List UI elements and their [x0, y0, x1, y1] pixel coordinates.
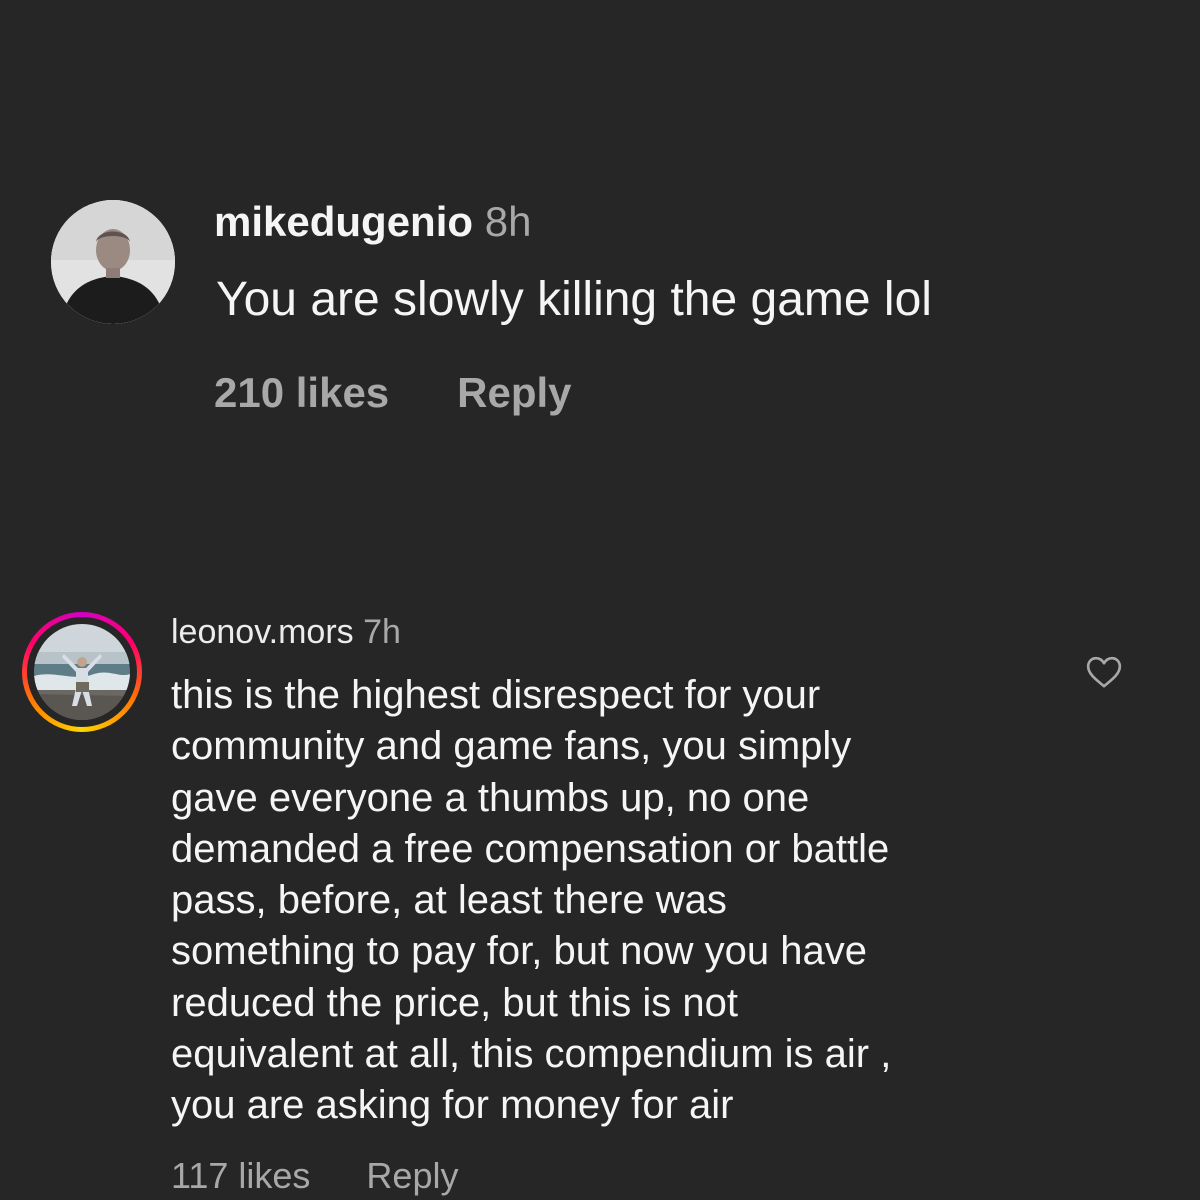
- comment-text-line: demanded a free compensation or battle: [171, 826, 890, 871]
- avatar[interactable]: [51, 200, 175, 324]
- comment-text-line: reduced the price, but this is not: [171, 980, 738, 1025]
- comment-text-line: community and game fans, you simply: [171, 724, 852, 769]
- comment-text-line: something to pay for, but now you have: [171, 929, 867, 974]
- profile-photo-beach-icon: [34, 624, 130, 720]
- reply-button[interactable]: Reply: [366, 1152, 458, 1200]
- likes-count[interactable]: 117 likes: [171, 1152, 310, 1200]
- username[interactable]: mikedugenio: [214, 198, 473, 245]
- comment-text: You are slowly killing the game lol: [216, 273, 932, 326]
- comment: mikedugenio 8h You are slowly killing th…: [0, 0, 1200, 560]
- comment-text: this is the highest disrespect for your …: [171, 670, 1051, 1132]
- heart-icon: [1086, 656, 1122, 688]
- comment-text-line: gave everyone a thumbs up, no one: [171, 775, 810, 820]
- comment-actions: 117 likes Reply: [171, 1152, 458, 1200]
- comment-actions: 210 likes Reply: [214, 366, 572, 420]
- like-button[interactable]: [1084, 652, 1124, 692]
- timestamp: 7h: [363, 613, 401, 651]
- likes-count[interactable]: 210 likes: [214, 366, 389, 420]
- comment-text-line: equivalent at all, this compendium is ai…: [171, 1032, 892, 1077]
- comment-text-line: this is the highest disrespect for your: [171, 673, 821, 717]
- profile-photo-man-icon: [51, 200, 175, 324]
- username[interactable]: leonov.mors: [171, 613, 354, 651]
- story-ring[interactable]: [22, 612, 142, 732]
- timestamp: 8h: [484, 198, 532, 245]
- comment: leonov.mors 7h this is the highest disre…: [0, 560, 1200, 1200]
- comment-header: leonov.mors 7h: [171, 610, 401, 654]
- avatar[interactable]: [34, 624, 130, 720]
- reply-button[interactable]: Reply: [457, 366, 571, 420]
- comment-header: mikedugenio 8h: [214, 196, 531, 248]
- comment-text-line: you are asking for money for air: [171, 1083, 734, 1128]
- comment-text-line: pass, before, at least there was: [171, 878, 727, 923]
